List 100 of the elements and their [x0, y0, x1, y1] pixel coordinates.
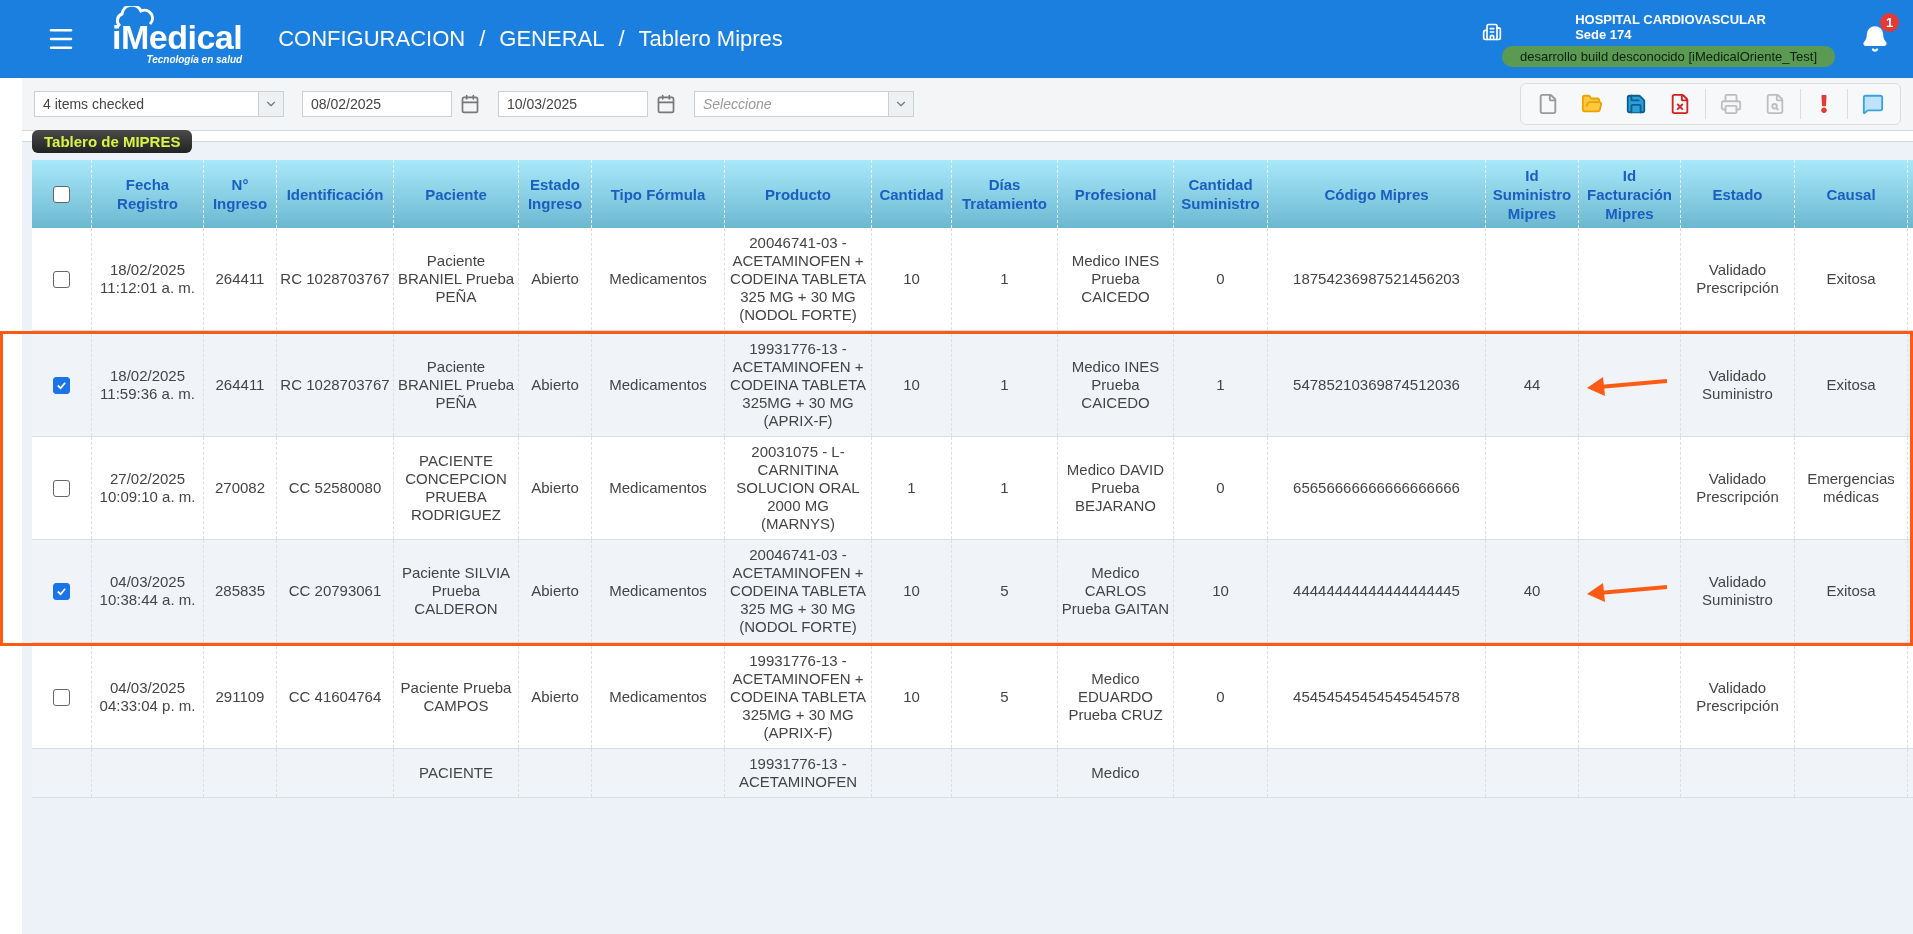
column-header[interactable]: Tipo Fórmula	[610, 184, 706, 204]
table-cell-text: Validado Prescripción	[1695, 261, 1780, 297]
checkbox[interactable]	[53, 688, 70, 706]
table-cell: Abierto	[531, 582, 579, 600]
column-header[interactable]: Identificación	[286, 184, 384, 204]
multiselect-field[interactable]: 4 items checked	[34, 91, 284, 117]
column-header[interactable]: Id Suministro Mipres	[1488, 165, 1576, 223]
table-cell: 1	[1000, 479, 1009, 497]
table-cell-text: Validado Suministro	[1701, 573, 1774, 609]
table-cell-text: 18/02/2025 11:59:36 a. m.	[99, 367, 196, 403]
table-cell-text: 27/02/2025 10:09:10 a. m.	[98, 470, 197, 506]
table-cell-text: Paciente SILVIA Prueba CALDERON	[400, 564, 512, 618]
table-cell-text: 18/02/2025 11:12:01 a. m.	[99, 261, 196, 297]
table-cell: 5	[1000, 688, 1009, 706]
date-field[interactable]: 08/02/2025	[302, 91, 452, 117]
check-icon	[56, 379, 67, 391]
table-cell-text: Medico EDUARDO Prueba CRUZ	[1067, 670, 1164, 724]
table-cell-text: Paciente Prueba CAMPOS	[399, 679, 513, 715]
table-cell-text: 19931776-13 - ACETAMINOFEN	[737, 755, 859, 791]
table-cell-text: 04/03/2025 04:33:04 p. m.	[98, 679, 197, 715]
checkbox[interactable]	[53, 582, 70, 600]
table-cell: Medico CARLOS Prueba GAITAN	[1061, 564, 1170, 618]
table-cell-text: Validado Prescripción	[1695, 679, 1780, 715]
table-cell: 18754236987521456203	[1293, 270, 1460, 288]
column-header[interactable]: Cantidad	[879, 184, 944, 204]
table-cell-text: 20031075 - L-CARNITINA SOLUCION ORAL 2000 MG (MARNYS)	[735, 443, 861, 533]
table-cell: 1	[1216, 376, 1225, 394]
table-cell: 0	[1216, 270, 1225, 288]
table-cell-text: Medico INES Prueba CAICEDO	[1070, 252, 1161, 306]
breadcrumb-item[interactable]: CONFIGURACION	[278, 26, 466, 52]
select-field[interactable]: Seleccione	[694, 91, 914, 117]
table-cell: Paciente BRANIEL Prueba PEÑA	[397, 252, 515, 306]
table-cell: 285835	[214, 582, 266, 600]
date-field[interactable]: 10/03/2025	[498, 91, 648, 117]
checkbox[interactable]	[53, 376, 70, 394]
table-cell: 270082	[214, 479, 266, 497]
breadcrumb-item[interactable]: Tablero Mipres	[638, 26, 783, 52]
table-cell: RC 1028703767	[280, 270, 390, 288]
calendar-icon[interactable]	[460, 94, 480, 114]
column-header[interactable]: Cantidad Suministro	[1176, 175, 1265, 213]
table-cell: 264411	[215, 270, 265, 288]
column-header[interactable]: Id Facturación Mipres	[1581, 165, 1678, 223]
logo-tagline: Tecnología en salud	[146, 53, 243, 65]
table-cell: 264411	[215, 376, 265, 394]
logo-text: iMedical	[112, 19, 243, 54]
table-cell-text: 04/03/2025 10:38:44 a. m.	[98, 573, 197, 609]
table-cell: CC 41604764	[288, 688, 382, 706]
table-cell: Abierto	[531, 688, 579, 706]
column-header[interactable]: Días Tratamiento	[954, 175, 1055, 213]
checkbox[interactable]	[53, 479, 70, 497]
column-header[interactable]: Producto	[765, 184, 831, 204]
table-cell-text: 20046741-03 - ACETAMINOFEN + CODEINA TABLETA 325 MG + 30 MG (NODOL FORTE)	[729, 234, 867, 324]
checkbox[interactable]	[53, 185, 70, 203]
table-cell: Exitosa	[1826, 270, 1876, 288]
table-cell: 0	[1216, 479, 1225, 497]
table-cell: Medicamentos	[609, 688, 707, 706]
column-header[interactable]: Fecha Registro	[94, 175, 201, 213]
column-header[interactable]: Paciente	[425, 184, 487, 204]
table-cell: Medicamentos	[609, 376, 707, 394]
table-cell: 65656666666666666666	[1293, 479, 1460, 497]
table-cell: CC 20793061	[288, 582, 382, 600]
table-cell: Medicamentos	[609, 270, 707, 288]
table-cell: 1	[1000, 376, 1009, 394]
table-cell: Medicamentos	[609, 479, 707, 497]
calendar-icon[interactable]	[656, 94, 676, 114]
column-header[interactable]: Estado Ingreso	[521, 175, 589, 213]
table-cell: Paciente BRANIEL Prueba PEÑA	[397, 358, 515, 412]
table-cell: 1	[907, 479, 916, 497]
table-cell-text: Medico DAVID Prueba BEJARANO	[1065, 461, 1166, 515]
breadcrumb-item[interactable]: GENERAL	[499, 26, 605, 52]
table-cell: RC 1028703767	[280, 376, 390, 394]
table-cell: 54785210369874512036	[1293, 376, 1460, 394]
table-cell: 10	[903, 376, 920, 394]
table-cell: 10	[903, 582, 920, 600]
notification-count: 1	[1880, 13, 1899, 32]
column-header[interactable]: Código Mipres	[1324, 184, 1429, 204]
column-header[interactable]: Profesional	[1074, 184, 1157, 204]
table-cell: PACIENTE	[419, 764, 493, 782]
table-cell-text: Medico INES Prueba CAICEDO	[1070, 358, 1161, 412]
building-icon	[1482, 21, 1502, 42]
table-cell: CC 52580080	[288, 479, 382, 497]
column-header[interactable]: Causal	[1826, 184, 1876, 204]
breadcrumb-separator: /	[479, 26, 486, 52]
site-name: Sede 174	[1575, 26, 1633, 42]
table-cell-text: 19931776-13 - ACETAMINOFEN + CODEINA TABLETA 325MG + 30 MG (APRIX-F)	[729, 652, 867, 742]
section-title: Tablero de MIPRES	[32, 130, 193, 153]
table-cell: 45454545454545454578	[1293, 688, 1460, 706]
checkbox[interactable]	[53, 270, 70, 288]
table-cell: Exitosa	[1826, 376, 1876, 394]
table-cell: Abierto	[531, 479, 579, 497]
check-icon	[56, 585, 67, 597]
table-cell: 44	[1523, 376, 1541, 394]
table-cell: Medicamentos	[609, 582, 707, 600]
table-cell: Abierto	[531, 270, 579, 288]
column-header[interactable]: N° Ingreso	[206, 175, 274, 213]
table-cell: 44444444444444444445	[1293, 582, 1460, 600]
table-cell-text: Validado Prescripción	[1695, 470, 1780, 506]
table-cell-text: Emergencias médicas	[1806, 470, 1896, 506]
notification-button[interactable]	[1861, 25, 1889, 53]
column-header[interactable]: Estado	[1712, 184, 1763, 204]
